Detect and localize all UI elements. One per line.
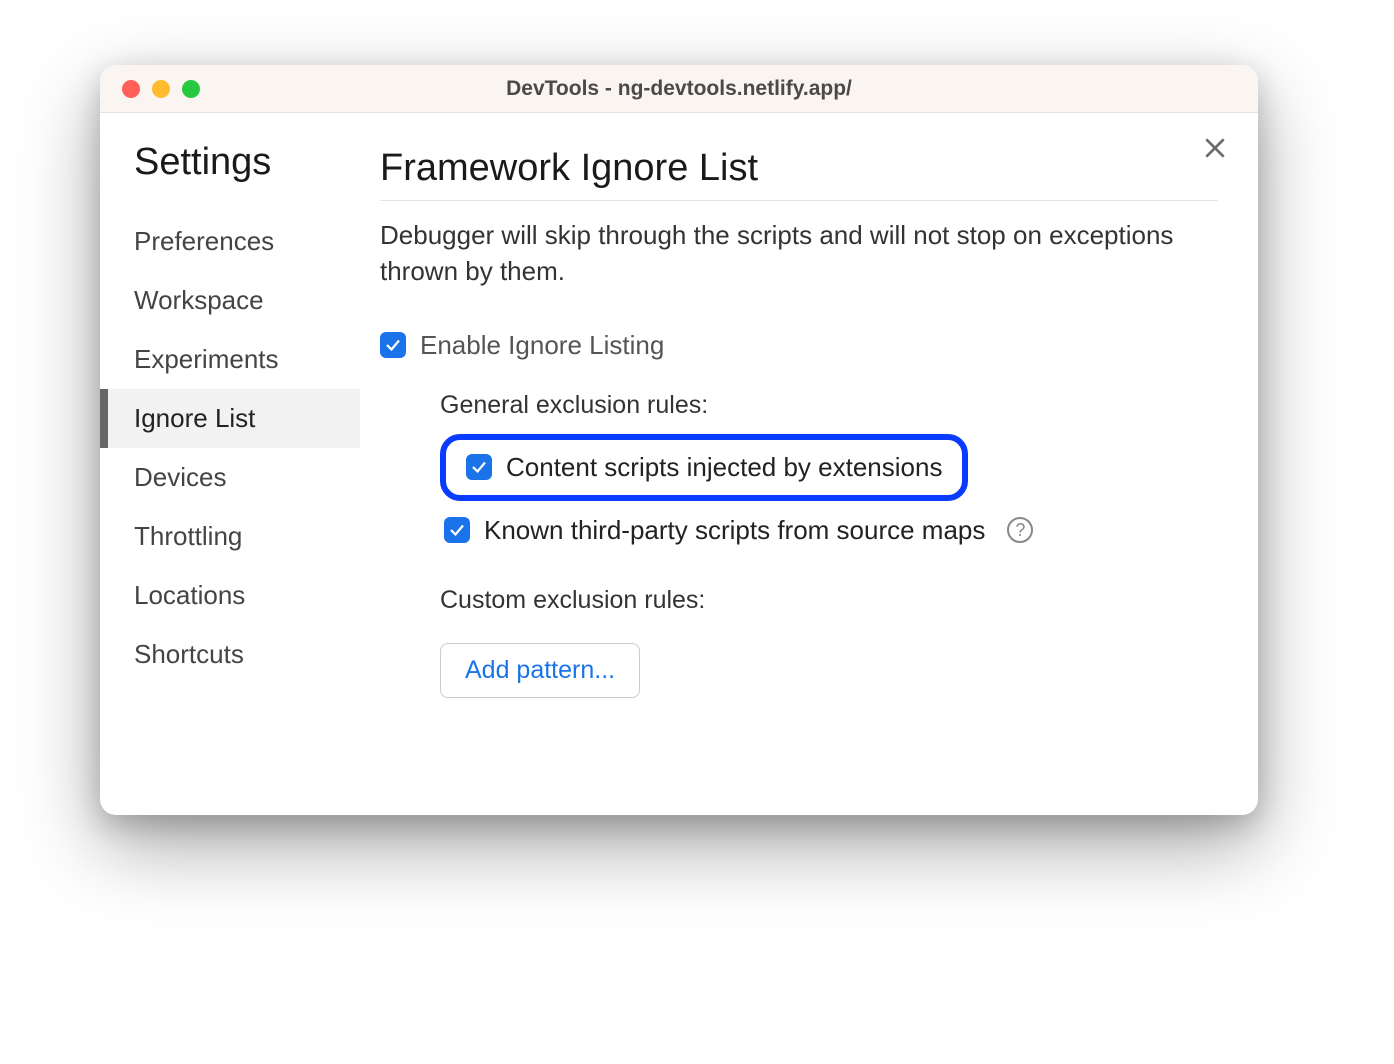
rule-third-party-checkbox[interactable] — [444, 517, 470, 543]
check-icon — [470, 458, 488, 476]
close-icon — [1202, 135, 1228, 161]
sidebar-item-shortcuts[interactable]: Shortcuts — [100, 625, 360, 684]
window-close-button[interactable] — [122, 80, 140, 98]
page-title: Framework Ignore List — [380, 147, 1218, 201]
enable-ignore-listing-row[interactable]: Enable Ignore Listing — [380, 330, 1218, 361]
settings-body: Settings Preferences Workspace Experimen… — [100, 113, 1258, 815]
sidebar-item-throttling[interactable]: Throttling — [100, 507, 360, 566]
add-pattern-button[interactable]: Add pattern... — [440, 643, 640, 698]
general-rules-section: General exclusion rules: Content scripts… — [440, 391, 1218, 698]
settings-sidebar: Settings Preferences Workspace Experimen… — [100, 113, 360, 815]
check-icon — [448, 521, 466, 539]
settings-main: Framework Ignore List Debugger will skip… — [360, 113, 1258, 815]
rule-content-scripts-checkbox[interactable] — [466, 454, 492, 480]
enable-ignore-listing-label: Enable Ignore Listing — [420, 330, 664, 361]
sidebar-item-devices[interactable]: Devices — [100, 448, 360, 507]
sidebar-item-experiments[interactable]: Experiments — [100, 330, 360, 389]
close-settings-button[interactable] — [1202, 135, 1228, 166]
help-icon[interactable]: ? — [1007, 517, 1033, 543]
sidebar-item-preferences[interactable]: Preferences — [100, 212, 360, 271]
page-description: Debugger will skip through the scripts a… — [380, 217, 1218, 290]
enable-ignore-listing-checkbox[interactable] — [380, 332, 406, 358]
rule-third-party-row[interactable]: Known third-party scripts from source ma… — [444, 515, 1218, 546]
window-maximize-button[interactable] — [182, 80, 200, 98]
traffic-lights — [122, 80, 200, 98]
rule-content-scripts-row[interactable]: Content scripts injected by extensions — [440, 434, 968, 501]
sidebar-item-workspace[interactable]: Workspace — [100, 271, 360, 330]
check-icon — [384, 336, 402, 354]
custom-rules-label: Custom exclusion rules: — [440, 586, 1218, 615]
sidebar-item-locations[interactable]: Locations — [100, 566, 360, 625]
devtools-settings-window: DevTools - ng-devtools.netlify.app/ Sett… — [100, 65, 1258, 815]
window-titlebar: DevTools - ng-devtools.netlify.app/ — [100, 65, 1258, 113]
window-minimize-button[interactable] — [152, 80, 170, 98]
sidebar-item-ignore-list[interactable]: Ignore List — [100, 389, 360, 448]
rule-content-scripts-label: Content scripts injected by extensions — [506, 452, 942, 483]
rule-third-party-label: Known third-party scripts from source ma… — [484, 515, 985, 546]
general-rules-label: General exclusion rules: — [440, 391, 1218, 420]
window-title: DevTools - ng-devtools.netlify.app/ — [100, 77, 1258, 101]
sidebar-title: Settings — [100, 141, 360, 184]
